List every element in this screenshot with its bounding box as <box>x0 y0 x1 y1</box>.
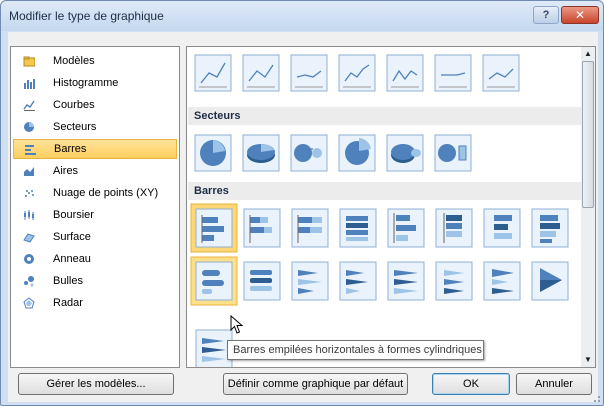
line-subtype-thumb <box>194 54 232 92</box>
category-item-7[interactable]: Boursier <box>13 205 177 225</box>
line-thumbs-row <box>194 54 520 92</box>
category-item-8[interactable]: Surface <box>13 227 177 247</box>
bar-chart-icon <box>25 145 36 155</box>
category-item-4[interactable]: Barres <box>13 139 177 159</box>
category-label: Courbes <box>53 99 95 111</box>
category-item-9[interactable]: Anneau <box>13 249 177 269</box>
category-label: Histogramme <box>53 77 119 89</box>
resize-grip-icon[interactable] <box>591 393 601 403</box>
chart-subtype-gallery: Secteurs Barres ▲ ▼ <box>186 46 596 368</box>
category-label: Aires <box>53 165 79 177</box>
bar-subtype-thumb <box>190 203 238 253</box>
line-subtype-thumb <box>290 54 328 92</box>
line-subtype-thumb <box>386 54 424 92</box>
section-header-barres: Barres <box>188 182 581 200</box>
bar-subtype-thumb <box>190 256 238 306</box>
category-item-6[interactable]: Nuage de points (XY) <box>13 183 177 203</box>
category-item-3[interactable]: Secteurs <box>13 117 177 137</box>
ok-button[interactable]: OK <box>432 373 510 395</box>
bar-subtype-thumb <box>483 208 521 248</box>
cancel-button[interactable]: Annuler <box>516 373 592 395</box>
category-label: Nuage de points (XY) <box>53 187 159 199</box>
chart-category-list: Modèles Histogramme Courbes Secteurs Barres A… <box>10 46 180 368</box>
area-chart-icon <box>24 167 34 176</box>
category-item-0[interactable]: Modèles <box>13 51 177 71</box>
bar-subtype-thumb <box>339 208 377 248</box>
pie-subtype-thumb <box>290 134 328 172</box>
line-subtype-thumb <box>482 54 520 92</box>
section-header-secteurs: Secteurs <box>188 107 581 125</box>
dialog-body: Modèles Histogramme Courbes Secteurs Barres A… <box>8 32 598 402</box>
category-item-11[interactable]: Radar <box>13 293 177 313</box>
set-default-chart-button[interactable]: Définir comme graphique par défaut <box>223 373 408 395</box>
bar-subtype-thumb <box>291 261 329 301</box>
category-label: Modèles <box>53 55 95 67</box>
category-label: Bulles <box>53 275 83 287</box>
bubble-chart-icon <box>24 276 34 287</box>
title-bar[interactable]: Modifier le type de graphique ? ✕ <box>1 1 603 31</box>
column-chart-icon <box>24 79 35 89</box>
tooltip: Barres empilées horizontales à formes cy… <box>227 340 484 360</box>
line-subtype-thumb <box>434 54 472 92</box>
category-item-1[interactable]: Histogramme <box>13 73 177 93</box>
bar-subtype-thumb <box>291 208 329 248</box>
surface-chart-icon <box>23 233 35 243</box>
category-label: Boursier <box>53 209 94 221</box>
bar-subtype-thumb <box>387 208 425 248</box>
dialog-window: Modifier le type de graphique ? ✕ Modèle… <box>0 0 604 406</box>
line-chart-icon <box>23 100 35 111</box>
pie-subtype-thumb <box>434 134 472 172</box>
scatter-chart-icon <box>25 190 34 197</box>
category-item-5[interactable]: Aires <box>13 161 177 181</box>
bar-subtype-thumb <box>243 208 281 248</box>
doughnut-chart-icon <box>24 254 34 264</box>
category-label: Anneau <box>53 253 91 265</box>
dialog-title: Modifier le type de graphique <box>9 9 164 23</box>
scroll-up-arrow-icon[interactable]: ▲ <box>581 47 595 61</box>
bar-subtype-thumb <box>531 261 569 301</box>
bar-subtype-thumb <box>435 208 473 248</box>
line-subtype-thumb <box>242 54 280 92</box>
vertical-scrollbar[interactable]: ▲ ▼ <box>581 47 595 367</box>
pie-subtype-thumb <box>194 134 232 172</box>
stock-chart-icon <box>24 210 34 220</box>
folder-icon <box>23 56 35 67</box>
help-button[interactable]: ? <box>533 6 559 24</box>
category-label: Secteurs <box>53 121 97 133</box>
radar-chart-icon <box>23 297 35 309</box>
line-subtype-thumb <box>338 54 376 92</box>
manage-templates-button[interactable]: Gérer les modèles... <box>18 373 174 395</box>
bar-subtype-thumb <box>387 261 425 301</box>
pie-chart-icon <box>24 122 34 132</box>
bar-subtype-thumb <box>531 208 569 248</box>
mouse-cursor-icon <box>230 315 244 334</box>
category-item-2[interactable]: Courbes <box>13 95 177 115</box>
category-label: Barres <box>54 143 87 155</box>
pie-subtype-thumb <box>386 134 424 172</box>
pie-subtype-thumb <box>242 134 280 172</box>
bar-subtype-thumb <box>339 261 377 301</box>
scrollbar-thumb[interactable] <box>582 61 594 208</box>
bar-subtype-thumb <box>483 261 521 301</box>
pie-thumbs-row <box>194 134 472 172</box>
scroll-down-arrow-icon[interactable]: ▼ <box>581 353 595 367</box>
bar-subtype-thumb <box>435 261 473 301</box>
category-item-10[interactable]: Bulles <box>13 271 177 291</box>
category-label: Radar <box>53 297 83 309</box>
close-button[interactable]: ✕ <box>561 6 599 24</box>
pie-subtype-thumb <box>338 134 376 172</box>
bar-subtype-thumb <box>243 261 281 301</box>
category-label: Surface <box>53 231 91 243</box>
